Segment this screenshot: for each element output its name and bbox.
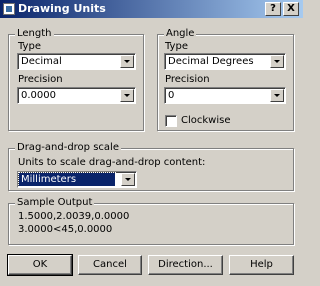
length-type-label: Type [18, 41, 41, 52]
dragdrop-units-dropdown[interactable]: Millimeters [17, 171, 137, 188]
help-button[interactable]: Help [229, 255, 294, 275]
angle-precision-label: Precision [165, 74, 210, 85]
chevron-down-icon[interactable] [120, 89, 134, 102]
sample-output-label: Sample Output [15, 197, 95, 208]
chevron-down-icon[interactable] [120, 55, 134, 68]
help-title-button[interactable]: ? [265, 2, 281, 16]
sample-output-line-1: 1.5000,2.0039,0.0000 [18, 211, 130, 222]
length-precision-label: Precision [18, 74, 63, 85]
clockwise-label[interactable]: Clockwise [181, 115, 231, 126]
chevron-down-icon[interactable] [121, 173, 135, 186]
length-type-dropdown[interactable]: Decimal [17, 53, 136, 70]
length-precision-value: 0.0000 [21, 90, 56, 101]
dragdrop-units-label: Units to scale drag-and-drop content: [18, 157, 206, 168]
clockwise-checkbox[interactable] [165, 115, 177, 127]
length-type-value: Decimal [21, 56, 62, 67]
direction-button[interactable]: Direction... [148, 255, 223, 275]
angle-type-value: Decimal Degrees [168, 56, 254, 67]
close-button[interactable]: X [283, 2, 299, 16]
chevron-down-icon[interactable] [270, 89, 284, 102]
chevron-down-icon[interactable] [270, 55, 284, 68]
title-bar: Drawing Units ? X [0, 0, 303, 18]
angle-precision-value: 0 [168, 90, 175, 101]
app-icon [3, 3, 15, 15]
sample-output-line-2: 3.0000<45,0.0000 [18, 224, 113, 235]
window-title: Drawing Units [18, 2, 106, 15]
angle-precision-dropdown[interactable]: 0 [164, 87, 286, 104]
angle-type-label: Type [165, 41, 188, 52]
length-group-label: Length [15, 28, 54, 39]
angle-group-label: Angle [164, 28, 197, 39]
angle-type-dropdown[interactable]: Decimal Degrees [164, 53, 286, 70]
ok-button[interactable]: OK [7, 254, 73, 276]
dragdrop-group-label: Drag-and-drop scale [15, 142, 121, 153]
dragdrop-units-value: Millimeters [18, 172, 116, 187]
cancel-button[interactable]: Cancel [78, 255, 142, 275]
length-precision-dropdown[interactable]: 0.0000 [17, 87, 136, 104]
